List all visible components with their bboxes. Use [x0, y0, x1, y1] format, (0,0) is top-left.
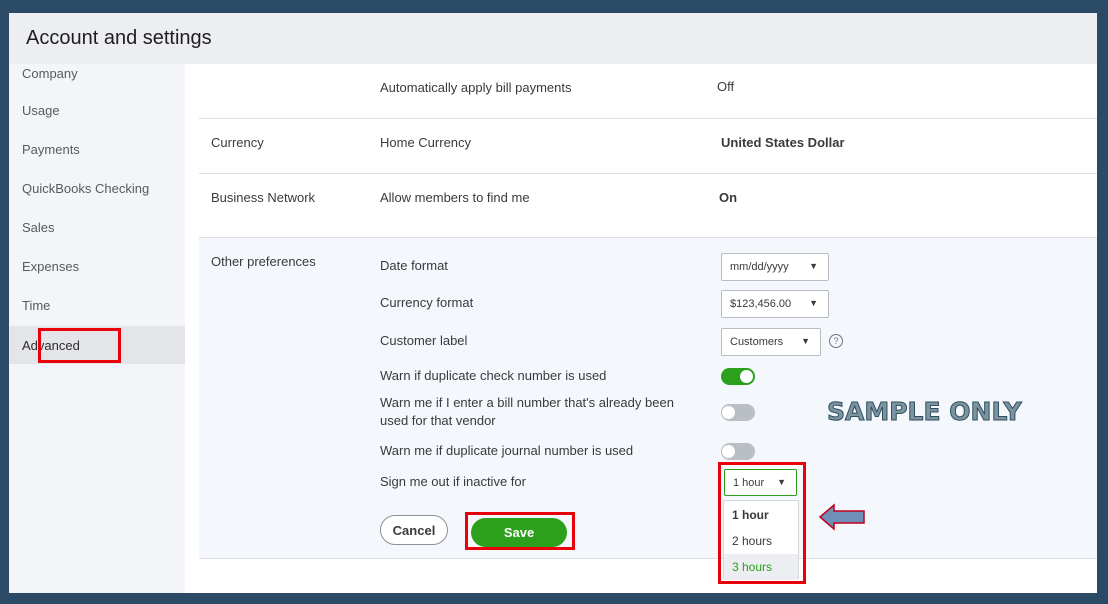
customer-label-select[interactable]: Customers ▼ [721, 328, 821, 356]
toggle-knob [721, 405, 736, 420]
warn-check-toggle[interactable] [721, 368, 755, 385]
sign-out-label: Sign me out if inactive for [380, 474, 526, 489]
sidebar-item-quickbooks-checking[interactable]: QuickBooks Checking [9, 169, 185, 207]
sidebar-item-usage[interactable]: Usage [9, 91, 185, 129]
row-currency: Currency Home Currency United States Dol… [199, 119, 1097, 174]
row-bill-payments: Automatically apply bill payments Off [199, 64, 1097, 119]
find-me-value: On [719, 190, 738, 205]
bill-payments-value: Off [717, 79, 735, 94]
caret-down-icon: ▼ [809, 298, 818, 308]
business-network-title: Business Network [211, 190, 316, 205]
toggle-knob [721, 444, 736, 459]
cancel-button[interactable]: Cancel [380, 515, 448, 545]
header: Account and settings [9, 13, 1097, 64]
sidebar-item-time[interactable]: Time [9, 286, 185, 324]
customer-label-label: Customer label [380, 333, 468, 348]
currency-format-value: $123,456.00 [730, 298, 792, 310]
sidebar-item-sales[interactable]: Sales [9, 208, 185, 246]
highlight-save [465, 512, 575, 550]
left-arrow-icon [818, 503, 865, 531]
main-content: Automatically apply bill payments Off Cu… [185, 64, 1097, 593]
other-preferences-title: Other preferences [211, 254, 316, 269]
home-currency-value: United States Dollar [721, 135, 845, 150]
currency-format-select[interactable]: $123,456.00 ▼ [721, 290, 829, 318]
page-title: Account and settings [26, 27, 212, 49]
warn-bill-label-line1: Warn me if I enter a bill number that's … [380, 395, 674, 410]
warn-journal-label: Warn me if duplicate journal number is u… [380, 443, 634, 458]
sample-watermark: SAMPLE ONLY [827, 397, 1023, 427]
date-format-select[interactable]: mm/dd/yyyy ▼ [721, 253, 829, 281]
settings-window: Account and settings Company Usage Payme… [9, 13, 1097, 593]
sidebar-item-company[interactable]: Company [9, 66, 185, 81]
caret-down-icon: ▼ [809, 261, 818, 271]
date-format-label: Date format [380, 258, 448, 273]
sidebar-item-expenses[interactable]: Expenses [9, 247, 185, 285]
home-currency-label: Home Currency [380, 135, 472, 150]
find-me-label: Allow members to find me [380, 190, 530, 205]
bill-payments-label: Automatically apply bill payments [380, 80, 572, 95]
warn-journal-toggle[interactable] [721, 443, 755, 460]
row-business-network: Business Network Allow members to find m… [199, 174, 1097, 238]
warn-check-label: Warn if duplicate check number is used [380, 368, 607, 383]
help-icon[interactable]: ? [829, 334, 843, 348]
toggle-knob [740, 370, 753, 383]
highlight-advanced [38, 328, 121, 363]
highlight-sign-out [718, 462, 806, 584]
customer-label-value: Customers [730, 336, 784, 348]
currency-format-label: Currency format [380, 295, 474, 310]
warn-bill-label-line2: used for that vendor [380, 413, 496, 428]
caret-down-icon: ▼ [801, 336, 810, 346]
currency-section-title: Currency [211, 135, 264, 150]
warn-bill-toggle[interactable] [721, 404, 755, 421]
date-format-value: mm/dd/yyyy [730, 261, 789, 273]
sidebar-item-payments[interactable]: Payments [9, 130, 185, 168]
